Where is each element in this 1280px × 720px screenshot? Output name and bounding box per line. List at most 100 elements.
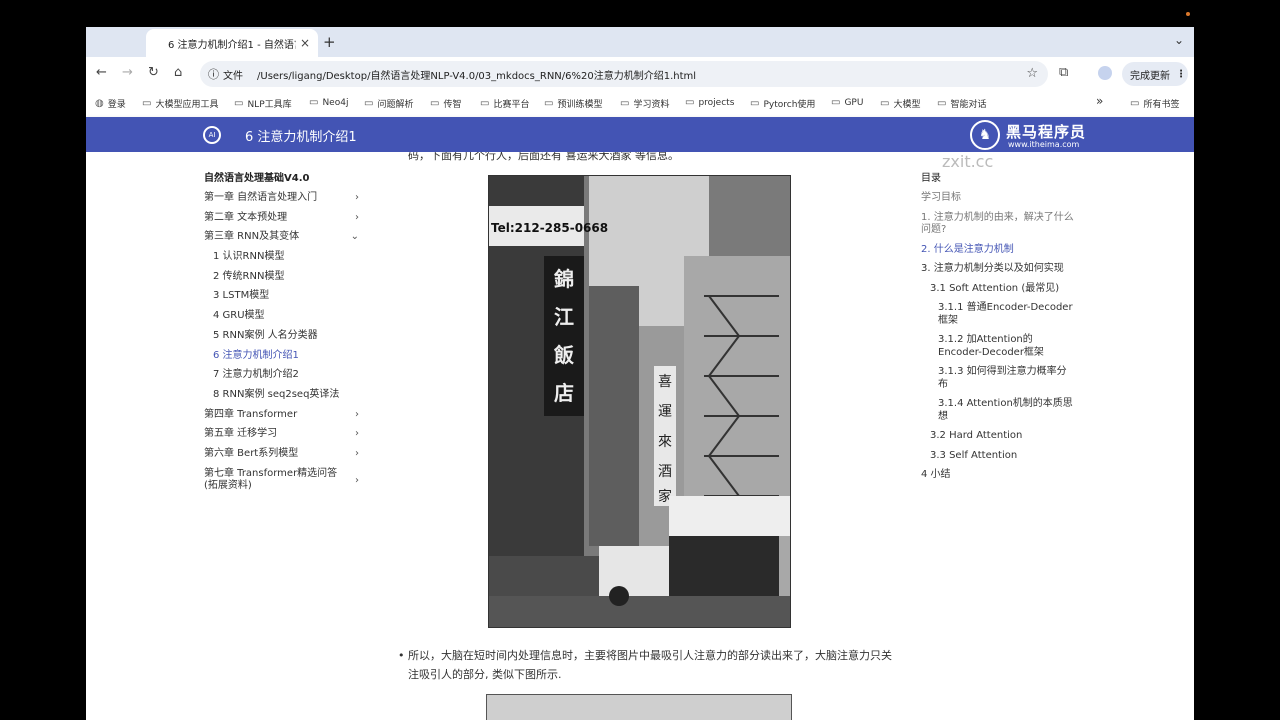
nav-item-section[interactable]: 7 注意力机制介绍2 — [204, 369, 359, 389]
forward-arrow-icon[interactable]: → — [122, 65, 133, 80]
extensions-icon[interactable]: ⧉ — [1059, 65, 1068, 80]
profile-avatar[interactable] — [1098, 66, 1112, 80]
street-photo-graphic: Tel:212-285-0668 錦 江 飯 店 喜 運 來 酒 家 — [489, 176, 790, 627]
nav-item-section[interactable]: 4 GRU模型 — [204, 310, 359, 330]
bookmark-folder[interactable]: ▭ Pytorch使用 — [750, 97, 815, 110]
chevron-right-icon: › — [355, 474, 359, 486]
toc-item[interactable]: 学习目标 — [921, 192, 1076, 205]
address-bar[interactable]: ⓘ 文件 /Users/ligang/Desktop/自然语言处理NLP-V4.… — [200, 61, 1048, 87]
tab-search-chevron-icon[interactable]: ⌄ — [1174, 33, 1184, 47]
bullet-dot: • — [398, 649, 405, 662]
bullet-text: 所以，大脑在短时间内处理信息时，主要将图片中最吸引人注意力的部分读出来了，大脑注… — [408, 649, 892, 681]
bullet-paragraph: • 所以，大脑在短时间内处理信息时，主要将图片中最吸引人注意力的部分读出来了，大… — [398, 646, 898, 684]
sidebar-nav: 自然语言处理基础V4.0 第一章 自然语言处理入门 › 第二章 文本预处理 › 第三… — [204, 169, 359, 498]
toc-item[interactable]: 3.1.3 如何得到注意力概率分布 — [921, 366, 1076, 391]
bookmark-folder[interactable]: ▭ projects — [685, 97, 734, 108]
right-sign-char: 酒 — [658, 464, 672, 480]
toc-item[interactable]: 3.2 Hard Attention — [921, 430, 1076, 443]
folder-icon: ▭ — [620, 98, 630, 109]
bookmark-folder[interactable]: ▭ 比赛平台 — [480, 97, 529, 110]
bookmark-folder[interactable]: ▭ Neo4j — [309, 97, 348, 108]
nav-item-section[interactable]: 8 RNN案例 seq2seq英译法 — [204, 389, 359, 409]
bookmark-folder[interactable]: ▭ GPU — [831, 97, 863, 108]
bookmark-folder[interactable]: ▭ 预训练模型 — [544, 97, 602, 110]
site-header: AI 6 注意力机制介绍1 ♞ 黑马程序员 www.itheima.com — [86, 117, 1194, 152]
right-sign-char: 來 — [658, 434, 672, 450]
url-scheme-label: 文件 — [223, 70, 243, 82]
nav-item-section[interactable]: 5 RNN案例 人名分类器 — [204, 330, 359, 350]
nav-item-chapter-6[interactable]: 第六章 Bert系列模型 › — [204, 448, 359, 468]
toc-item[interactable]: 3.1.4 Attention机制的本质思想 — [921, 398, 1076, 423]
site-logo-icon[interactable]: AI — [203, 126, 221, 144]
nav-item-chapter-1[interactable]: 第一章 自然语言处理入门 › — [204, 192, 359, 212]
phone-sign-text: Tel:212-285-0668 — [491, 221, 608, 235]
nav-item-active[interactable]: 6 注意力机制介绍1 — [204, 350, 359, 370]
nav-item-chapter-4[interactable]: 第四章 Transformer › — [204, 409, 359, 429]
tab-strip: 6 注意力机制介绍1 - 自然语言 × + ⌄ — [86, 27, 1194, 57]
toc-item-active[interactable]: 2. 什么是注意力机制 — [921, 244, 1076, 257]
bookmark-folder[interactable]: ▭ 问题解析 — [364, 97, 413, 110]
nav-item-section[interactable]: 2 传统RNN模型 — [204, 271, 359, 291]
toc-item[interactable]: 3.1.2 加Attention的Encoder-Decoder框架 — [921, 334, 1076, 359]
url-text[interactable]: /Users/ligang/Desktop/自然语言处理NLP-V4.0/03_… — [257, 67, 696, 82]
toc-item[interactable]: 3. 注意力机制分类以及如何实现 — [921, 263, 1076, 276]
page-content: 码，下面有几个行人，后面还有 喜运来大酒家 等信息。 zxit.cc 自然语言处… — [86, 152, 1194, 720]
bookmark-star-icon[interactable]: ☆ — [1026, 66, 1038, 81]
recording-indicator — [1186, 12, 1190, 16]
vertical-sign-char-3: 飯 — [553, 343, 574, 367]
chevron-down-icon: ⌄ — [350, 231, 359, 243]
close-tab-icon[interactable]: × — [300, 36, 310, 50]
toc-item[interactable]: 1. 注意力机制的由来，解决了什么问题? — [921, 212, 1076, 237]
folder-icon: ▭ — [750, 98, 760, 109]
right-sign-char: 運 — [658, 404, 672, 420]
toc-item[interactable]: 3.1.1 普通Encoder-Decoder框架 — [921, 302, 1076, 327]
right-sign-char: 喜 — [658, 374, 672, 390]
bookmark-item[interactable]: ◍ 登录 — [95, 97, 126, 110]
vertical-sign-char-2: 江 — [554, 305, 574, 329]
update-button-label: 完成更新 — [1130, 70, 1170, 82]
brand-name: 黑马程序员 — [1006, 123, 1087, 141]
toc-item[interactable]: 3.1 Soft Attention (最常见) — [921, 283, 1076, 296]
folder-icon: ▭ — [430, 98, 440, 109]
site-info-icon[interactable]: ⓘ — [208, 66, 219, 82]
home-icon[interactable]: ⌂ — [174, 65, 182, 80]
browser-toolbar: ← → ↻ ⌂ ⓘ 文件 /Users/ligang/Desktop/自然语言处… — [86, 57, 1194, 91]
nav-item-section[interactable]: 1 认识RNN模型 — [204, 251, 359, 271]
bookmark-folder[interactable]: ▭ 学习资料 — [620, 97, 669, 110]
site-title: 6 注意力机制介绍1 — [245, 130, 357, 145]
nav-item-chapter-3[interactable]: 第三章 RNN及其变体 ⌄ — [204, 231, 359, 251]
back-arrow-icon[interactable]: ← — [96, 65, 107, 80]
all-bookmarks-folder[interactable]: ▭ 所有书签 — [1130, 97, 1179, 110]
folder-icon: ▭ — [364, 98, 374, 109]
folder-icon: ▭ — [480, 98, 490, 109]
bookmarks-overflow-icon[interactable]: » — [1096, 94, 1103, 108]
bookmark-folder[interactable]: ▭ NLP工具库 — [234, 97, 292, 110]
bookmark-folder[interactable]: ▭ 大模型 — [880, 97, 920, 110]
reload-icon[interactable]: ↻ — [148, 65, 159, 80]
nav-item-section[interactable]: 3 LSTM模型 — [204, 290, 359, 310]
chevron-right-icon: › — [355, 408, 359, 420]
more-menu-icon[interactable]: ⋮ — [1176, 69, 1186, 80]
browser-tab[interactable]: 6 注意力机制介绍1 - 自然语言 × — [146, 29, 318, 57]
folder-icon: ▭ — [685, 97, 695, 108]
globe-icon: ◍ — [95, 98, 104, 109]
toc-heading: 目录 — [921, 173, 941, 184]
new-tab-button[interactable]: + — [323, 33, 336, 51]
chevron-right-icon: › — [355, 447, 359, 459]
brand-logo: ♞ 黑马程序员 www.itheima.com — [970, 119, 1086, 151]
folder-icon: ▭ — [309, 97, 319, 108]
folder-icon: ▭ — [831, 97, 841, 108]
bookmark-folder[interactable]: ▭ 大模型应用工具 — [142, 97, 218, 110]
nav-item-chapter-2[interactable]: 第二章 文本预处理 › — [204, 212, 359, 232]
vertical-sign-char-4: 店 — [554, 381, 574, 405]
toc-item[interactable]: 3.3 Self Attention — [921, 450, 1076, 463]
nav-item-chapter-7[interactable]: 第七章 Transformer精选问答(拓展资料) › — [204, 468, 359, 498]
chevron-right-icon: › — [355, 192, 359, 203]
bookmark-folder[interactable]: ▭ 智能对话 — [937, 97, 986, 110]
folder-icon: ▭ — [234, 98, 244, 109]
folder-icon: ▭ — [544, 98, 554, 109]
update-button[interactable]: 完成更新 ⋮ — [1122, 62, 1188, 86]
toc-item[interactable]: 4 小结 — [921, 469, 1076, 482]
bookmark-folder[interactable]: ▭ 传智 — [430, 97, 461, 110]
nav-item-chapter-5[interactable]: 第五章 迁移学习 › — [204, 428, 359, 448]
